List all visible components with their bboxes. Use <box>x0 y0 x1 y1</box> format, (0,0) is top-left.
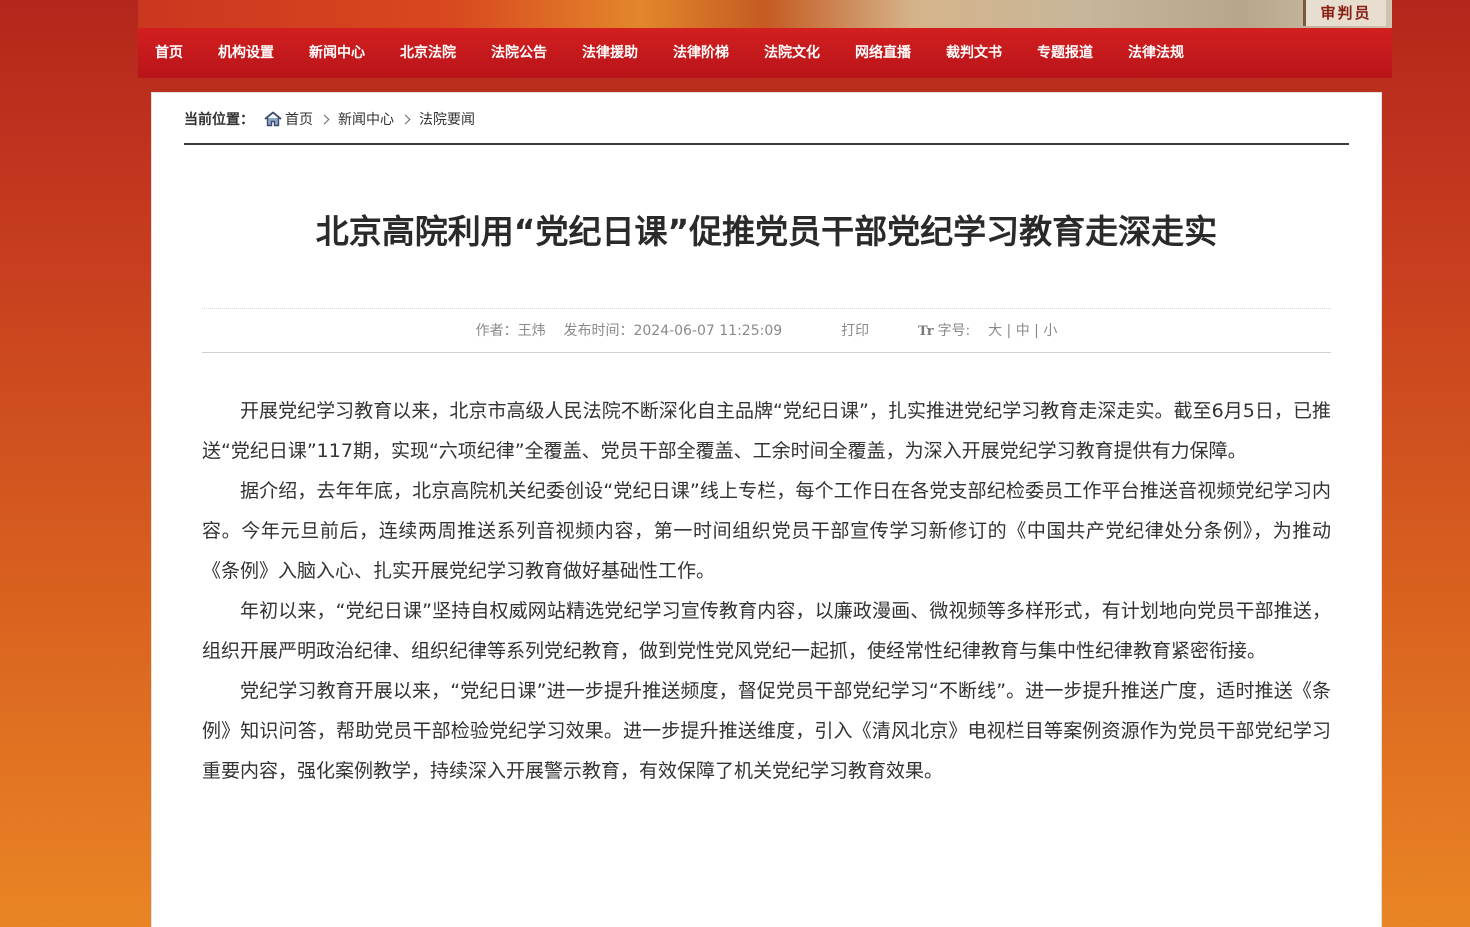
font-size-icon: Tr <box>917 324 934 339</box>
main-navigation: 首页 机构设置 新闻中心 北京法院 法院公告 法律援助 法律阶梯 法院文化 网络… <box>138 28 1392 78</box>
article-paragraph: 开展党纪学习教育以来，北京市高级人民法院不断深化自主品牌“党纪日课”，扎实推进党… <box>202 400 1331 462</box>
nav-item-legal-ladder[interactable]: 法律阶梯 <box>673 28 729 78</box>
breadcrumb-court-news[interactable]: 法院要闻 <box>419 109 475 129</box>
nav-item-organization[interactable]: 机构设置 <box>218 28 274 78</box>
nav-item-legal-aid[interactable]: 法律援助 <box>582 28 638 78</box>
nav-item-court-culture[interactable]: 法院文化 <box>764 28 820 78</box>
breadcrumb-divider <box>184 143 1349 145</box>
font-size-medium-button[interactable]: 中 <box>1016 323 1030 339</box>
font-size-separator: | <box>1006 323 1012 339</box>
article-body: 开展党纪学习教育以来，北京市高级人民法院不断深化自主品牌“党纪日课”，扎实推进党… <box>202 391 1331 791</box>
article-meta: 作者：王炜 发布时间：2024-06-07 11:25:09 打印 Tr 字号: … <box>202 319 1331 343</box>
nav-item-beijing-courts[interactable]: 北京法院 <box>400 28 456 78</box>
content-panel: 当前位置： 首页 新闻中心 法院要闻 北京高院利用“党纪日课”促推党员干部党纪学… <box>151 92 1382 927</box>
article-title: 北京高院利用“党纪日课”促推党员干部党纪学习教育走深走实 <box>315 212 1218 251</box>
chevron-right-icon <box>319 114 330 124</box>
top-banner: 审判员 <box>138 0 1392 28</box>
article-author: 作者：王炜 <box>475 323 546 339</box>
article-paragraph: 党纪学习教育开展以来，“党纪日课”进一步提升推送频度，督促党员干部党纪学习“不断… <box>202 680 1331 782</box>
breadcrumb-label: 当前位置： <box>184 112 254 128</box>
font-size-separator: | <box>1034 323 1039 339</box>
breadcrumb: 当前位置： 首页 新闻中心 法院要闻 <box>184 107 475 131</box>
font-size-small-button[interactable]: 小 <box>1043 323 1057 339</box>
nav-item-home[interactable]: 首页 <box>155 28 183 78</box>
font-size-label: 字号: <box>937 323 971 339</box>
print-button[interactable]: 打印 <box>841 323 869 339</box>
nav-item-judgments[interactable]: 裁判文书 <box>946 28 1002 78</box>
breadcrumb-home[interactable]: 首页 <box>285 109 313 129</box>
article-paragraph: 年初以来，“党纪日课”坚持自权威网站精选党纪学习宣传教育内容，以廉政漫画、微视频… <box>202 600 1331 662</box>
nav-item-live-stream[interactable]: 网络直播 <box>855 28 911 78</box>
breadcrumb-news-center[interactable]: 新闻中心 <box>338 109 394 129</box>
chevron-right-icon <box>400 114 411 124</box>
home-icon[interactable] <box>264 111 282 127</box>
article-paragraph: 据介绍，去年年底，北京高院机关纪委创设“党纪日课”线上专栏，每个工作日在各党支部… <box>202 480 1331 582</box>
article-publish-time: 发布时间：2024-06-07 11:25:09 <box>563 323 783 339</box>
meta-bottom-divider <box>202 352 1331 353</box>
banner-sign: 审判员 <box>1303 0 1386 26</box>
nav-item-laws-regulations[interactable]: 法律法规 <box>1128 28 1184 78</box>
nav-item-news-center[interactable]: 新闻中心 <box>309 28 365 78</box>
font-size-large-button[interactable]: 大 <box>988 323 1002 339</box>
meta-top-divider <box>202 308 1331 309</box>
nav-item-court-notices[interactable]: 法院公告 <box>491 28 547 78</box>
nav-item-special-reports[interactable]: 专题报道 <box>1037 28 1093 78</box>
